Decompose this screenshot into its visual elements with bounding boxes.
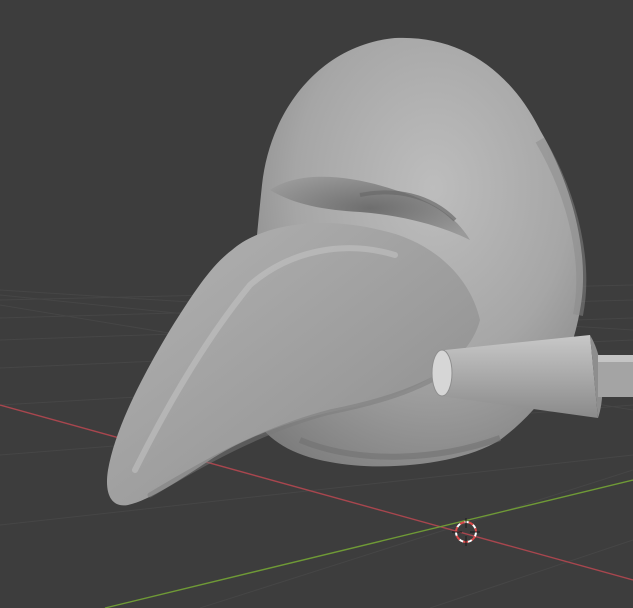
y-axis-line bbox=[104, 479, 633, 608]
beak-mask-sculpt[interactable] bbox=[106, 37, 587, 506]
viewport-canvas[interactable] bbox=[0, 0, 633, 608]
3d-viewport[interactable] bbox=[0, 0, 633, 608]
